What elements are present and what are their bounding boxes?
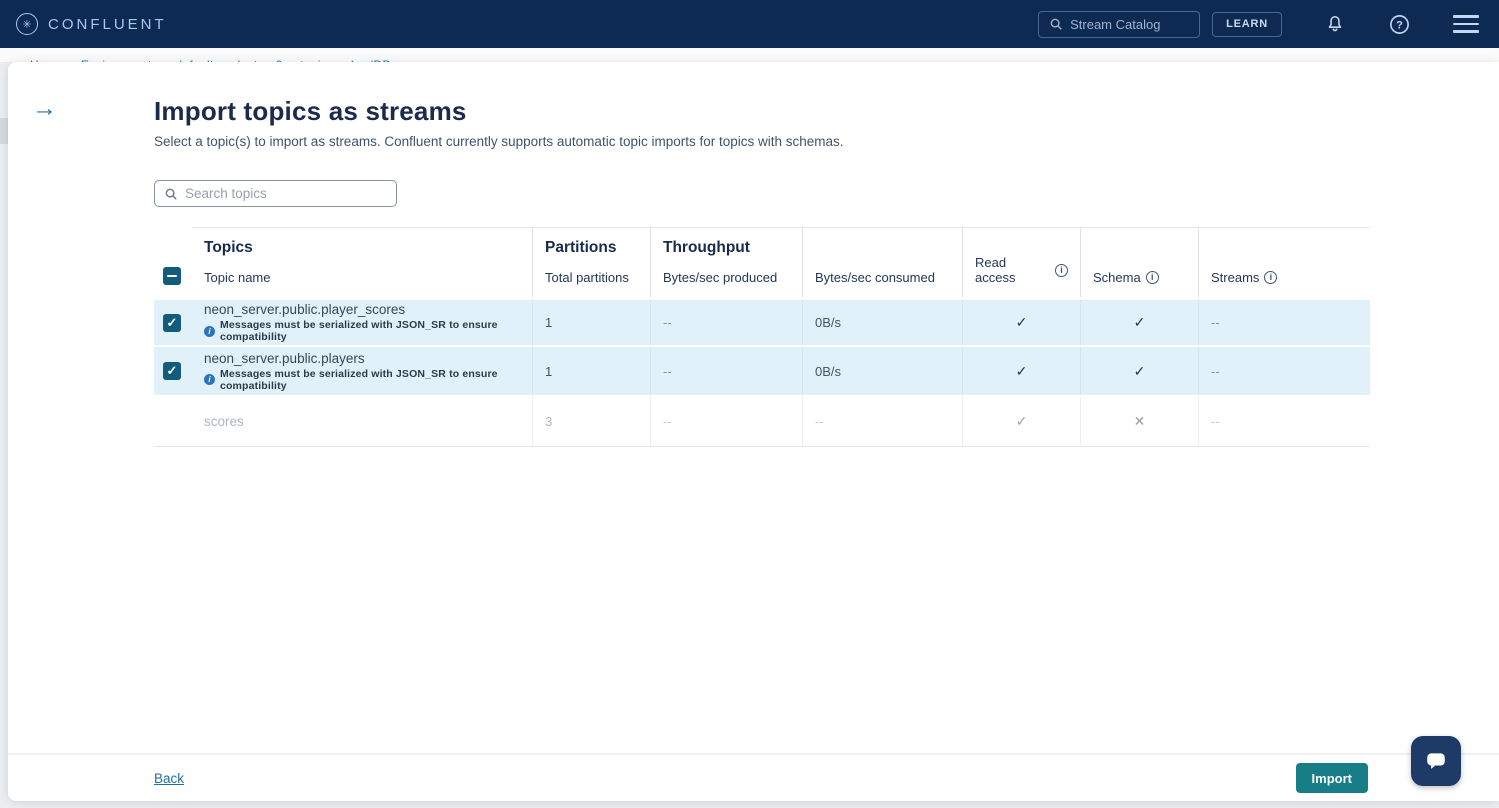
column-bytes-consumed: Bytes/sec consumed <box>815 270 950 285</box>
background-page-sliver <box>0 118 8 144</box>
column-group-partitions: Partitions <box>545 239 638 257</box>
learn-button[interactable]: LEARN <box>1212 12 1282 37</box>
streams-value: -- <box>1211 364 1220 379</box>
chat-bubble-icon <box>1422 747 1450 775</box>
table-header: Topics Topic name Partitions Total parti… <box>154 227 1370 297</box>
row-checkbox[interactable] <box>163 362 181 380</box>
topic-note: Messages must be serialized with JSON_SR… <box>204 368 532 392</box>
bytes-produced-value: -- <box>663 315 672 330</box>
table-body: neon_server.public.player_scores Message… <box>154 297 1370 447</box>
column-streams: Streams <box>1211 270 1358 285</box>
import-button[interactable]: Import <box>1296 763 1368 793</box>
table-row: neon_server.public.players Messages must… <box>154 347 1370 397</box>
bytes-produced-value: -- <box>663 414 672 429</box>
info-icon[interactable] <box>1055 264 1068 277</box>
table-row: scores 3 -- -- ✓ ✕ -- <box>154 397 1370 447</box>
column-group-topics: Topics <box>204 239 520 257</box>
topics-table: Topics Topic name Partitions Total parti… <box>154 227 1370 447</box>
topic-note-text: Messages must be serialized with JSON_SR… <box>220 368 532 392</box>
info-icon[interactable] <box>1146 271 1159 284</box>
stream-catalog-input[interactable] <box>1070 17 1180 32</box>
column-schema: Schema <box>1093 270 1186 285</box>
top-navbar: ✳ CONFLUENT LEARN ? <box>0 0 1499 48</box>
total-partitions-value: 1 <box>545 364 552 379</box>
panel-footer: Back Import <box>8 753 1499 801</box>
schema-mark: ✕ <box>1134 413 1146 430</box>
streams-value: -- <box>1211 315 1220 330</box>
confluent-logo-icon: ✳ <box>16 13 38 35</box>
info-icon <box>204 326 215 337</box>
search-icon <box>164 187 178 201</box>
column-topic-name: Topic name <box>204 270 520 285</box>
info-icon[interactable] <box>1264 271 1277 284</box>
bytes-consumed-value: 0B/s <box>815 364 841 379</box>
schema-mark: ✓ <box>1134 314 1146 331</box>
topic-note-text: Messages must be serialized with JSON_SR… <box>220 319 532 343</box>
column-read-access: Read access <box>975 255 1068 285</box>
search-topics-input[interactable] <box>185 186 375 201</box>
streams-value: -- <box>1211 414 1220 429</box>
info-icon <box>204 374 215 385</box>
chat-support-button[interactable] <box>1411 736 1461 786</box>
breadcrumb: Home Environments default cluster_0 topi… <box>0 48 1499 62</box>
table-row: neon_server.public.player_scores Message… <box>154 297 1370 347</box>
confluent-logo[interactable]: ✳ CONFLUENT <box>16 13 167 35</box>
search-topics-box[interactable] <box>154 180 397 207</box>
bytes-consumed-value: 0B/s <box>815 315 841 330</box>
select-all-checkbox[interactable] <box>163 267 181 285</box>
read-access-mark: ✓ <box>1016 314 1028 331</box>
search-icon <box>1049 17 1063 31</box>
total-partitions-value: 1 <box>545 315 552 330</box>
page-subtitle: Select a topic(s) to import as streams. … <box>154 134 1499 149</box>
hamburger-menu-icon[interactable] <box>1453 15 1479 32</box>
back-link[interactable]: Back <box>154 771 184 786</box>
help-icon[interactable]: ? <box>1388 13 1411 36</box>
svg-text:?: ? <box>1396 19 1403 31</box>
stream-catalog-search[interactable] <box>1038 11 1200 38</box>
bytes-consumed-value: -- <box>815 414 824 429</box>
collapse-panel-arrow-icon[interactable]: → <box>32 96 57 121</box>
topic-name: neon_server.public.player_scores <box>204 302 405 317</box>
column-bytes-produced: Bytes/sec produced <box>663 270 790 285</box>
topic-note: Messages must be serialized with JSON_SR… <box>204 319 532 343</box>
row-checkbox[interactable] <box>163 314 181 332</box>
import-topics-panel: → Import topics as streams Select a topi… <box>8 62 1499 801</box>
brand-name: CONFLUENT <box>48 16 167 33</box>
total-partitions-value: 3 <box>545 414 552 429</box>
topic-name: scores <box>204 414 244 429</box>
column-group-throughput: Throughput <box>663 239 790 257</box>
notifications-bell-icon[interactable] <box>1324 13 1346 35</box>
topic-name: neon_server.public.players <box>204 351 365 366</box>
schema-mark: ✓ <box>1134 363 1146 380</box>
bytes-produced-value: -- <box>663 364 672 379</box>
column-total-partitions: Total partitions <box>545 270 638 285</box>
read-access-mark: ✓ <box>1016 363 1028 380</box>
page-title: Import topics as streams <box>154 96 1499 127</box>
read-access-mark: ✓ <box>1016 413 1028 430</box>
